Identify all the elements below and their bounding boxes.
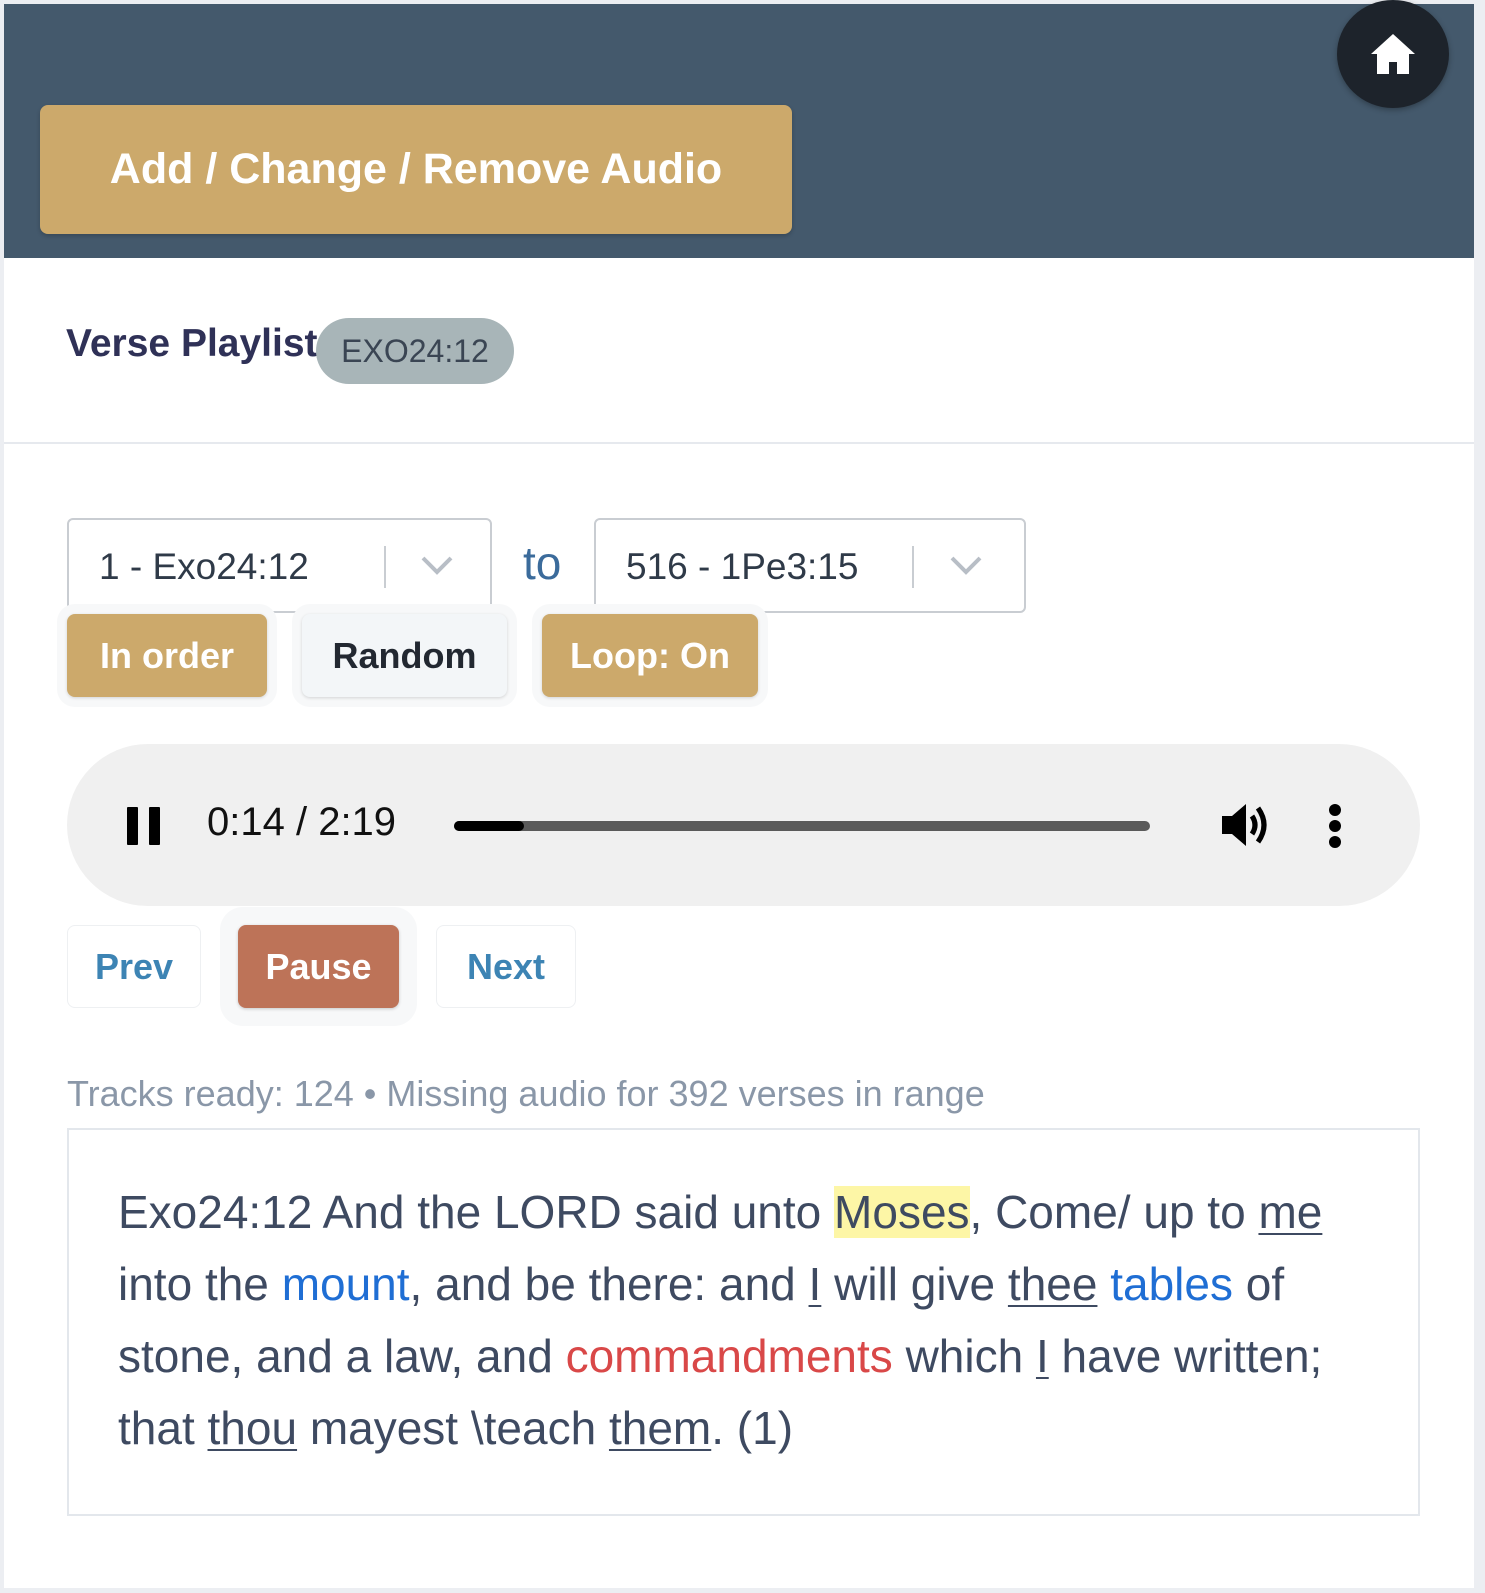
prev-button[interactable]: Prev — [67, 925, 201, 1008]
pause-button[interactable]: Pause — [238, 925, 399, 1008]
audio-player: 0:14 / 2:19 — [67, 744, 1420, 906]
verse-segment — [1097, 1258, 1110, 1310]
chevron-down-icon — [421, 556, 453, 575]
loop-toggle-button[interactable]: Loop: On — [542, 614, 758, 697]
verse-segment: . (1) — [711, 1402, 794, 1454]
verse-segment: which — [892, 1330, 1036, 1382]
verse-word-hl: Moses — [834, 1186, 970, 1238]
verse-word-u[interactable]: thou — [208, 1402, 298, 1454]
range-start-value: 1 - Exo24:12 — [99, 546, 309, 587]
verse-display: Exo24:12 And the LORD said unto Moses, C… — [67, 1128, 1420, 1516]
more-vertical-icon[interactable] — [1329, 804, 1341, 848]
verse-word-u[interactable]: thee — [1008, 1258, 1098, 1310]
verse-segment: mayest \teach — [297, 1402, 609, 1454]
verse-segment: , Come/ up to — [969, 1186, 1259, 1238]
add-change-remove-audio-button[interactable]: Add / Change / Remove Audio — [40, 105, 792, 234]
verse-word-blue[interactable]: tables — [1110, 1258, 1233, 1310]
verse-word-u[interactable]: them — [609, 1402, 711, 1454]
verse-segment: into the — [118, 1258, 282, 1310]
range-to-label: to — [523, 537, 562, 589]
tracks-status: Tracks ready: 124 • Missing audio for 39… — [67, 1073, 985, 1114]
verse-word-blue[interactable]: mount — [282, 1258, 410, 1310]
range-end-select[interactable]: 516 - 1Pe3:15 — [594, 518, 1026, 613]
next-button[interactable]: Next — [436, 925, 576, 1008]
select-separator — [384, 546, 386, 588]
in-order-button[interactable]: In order — [67, 614, 267, 697]
top-header: Add / Change / Remove Audio — [4, 0, 1474, 258]
verse-word-red[interactable]: commandments — [566, 1330, 893, 1382]
panel-header: Verse Playlist EXO24:12 — [4, 258, 1474, 444]
pause-icon[interactable] — [127, 807, 160, 845]
seek-progress — [454, 821, 524, 831]
range-end-value: 516 - 1Pe3:15 — [626, 546, 859, 587]
playback-time: 0:14 / 2:19 — [207, 800, 397, 844]
playlist-title: Verse Playlist — [66, 322, 318, 365]
select-separator — [912, 546, 914, 588]
volume-icon[interactable] — [1220, 802, 1272, 848]
random-button[interactable]: Random — [302, 614, 507, 697]
verse-word-u[interactable]: I — [809, 1258, 822, 1310]
current-verse-badge: EXO24:12 — [316, 318, 514, 384]
verse-segment: Exo24:12 And the LORD said unto — [118, 1186, 835, 1238]
verse-word-u[interactable]: me — [1258, 1186, 1322, 1238]
verse-word-u[interactable]: I — [1036, 1330, 1049, 1382]
home-icon — [1371, 34, 1415, 74]
verse-text: Exo24:12 And the LORD said unto Moses, C… — [118, 1176, 1348, 1464]
chevron-down-icon — [950, 556, 982, 575]
verse-segment: , and be there: and — [409, 1258, 809, 1310]
seek-bar[interactable] — [454, 821, 1150, 831]
home-button[interactable] — [1337, 0, 1449, 108]
verse-segment: will give — [821, 1258, 1008, 1310]
range-start-select[interactable]: 1 - Exo24:12 — [67, 518, 492, 613]
